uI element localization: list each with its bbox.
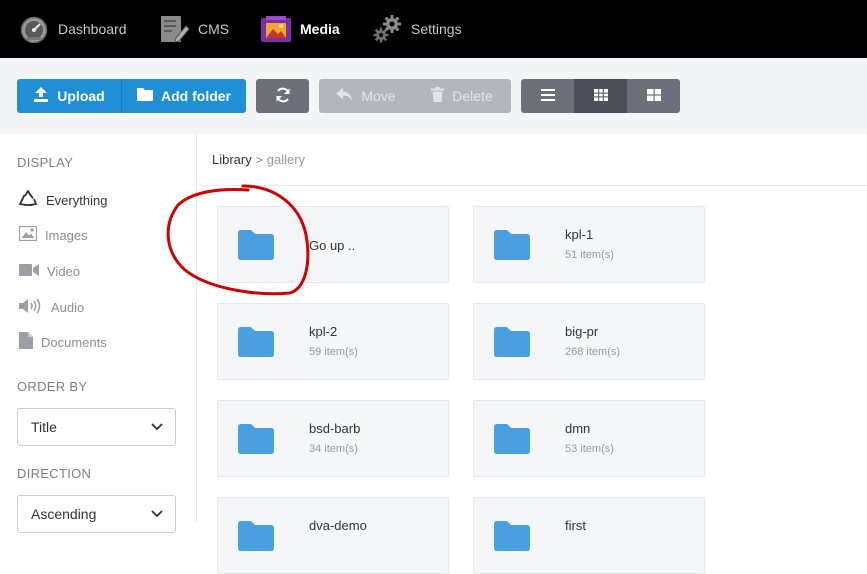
folder-item-count: 59 item(s) bbox=[309, 346, 358, 358]
divider bbox=[198, 185, 867, 186]
toolbar: Upload Add folder Move Delete bbox=[0, 58, 867, 134]
folder-name: Go up .. bbox=[309, 238, 356, 253]
folder-tile[interactable]: dmn 53 item(s) bbox=[473, 400, 705, 477]
folder-name: bsd-barb bbox=[309, 421, 361, 436]
delete-button[interactable]: Delete bbox=[413, 79, 511, 113]
refresh-icon bbox=[275, 87, 291, 106]
filter-video[interactable]: Video bbox=[19, 260, 80, 282]
folder-icon bbox=[137, 88, 161, 104]
filter-label: Documents bbox=[41, 334, 107, 350]
move-label: Move bbox=[361, 88, 396, 104]
grid-view-button[interactable] bbox=[574, 79, 627, 113]
add-folder-button[interactable]: Add folder bbox=[121, 79, 246, 113]
folder-icon bbox=[494, 230, 530, 265]
breadcrumb: Library > gallery bbox=[212, 152, 305, 167]
nav-media[interactable]: Media bbox=[260, 0, 340, 58]
folder-icon bbox=[238, 424, 274, 459]
list-view-button[interactable] bbox=[521, 79, 574, 113]
large-grid-view-button[interactable] bbox=[627, 79, 680, 113]
delete-label: Delete bbox=[452, 88, 493, 104]
upload-icon bbox=[33, 87, 57, 105]
folder-name: kpl-2 bbox=[309, 324, 338, 339]
dashboard-icon bbox=[18, 15, 50, 43]
folder-item-count: 51 item(s) bbox=[565, 249, 614, 261]
folder-name: dva-demo bbox=[309, 518, 367, 533]
folder-item-count: 268 item(s) bbox=[565, 346, 621, 358]
filter-documents[interactable]: Documents bbox=[19, 331, 107, 353]
media-icon bbox=[260, 14, 292, 44]
filter-audio[interactable]: Audio bbox=[19, 296, 84, 318]
folder-tile[interactable]: big-pr 268 item(s) bbox=[473, 303, 705, 380]
list-icon bbox=[540, 88, 555, 104]
folder-icon bbox=[494, 521, 530, 556]
recycle-icon bbox=[18, 188, 46, 211]
folder-icon bbox=[494, 327, 530, 362]
filter-everything[interactable]: Everything bbox=[18, 188, 108, 211]
folder-item-count: 53 item(s) bbox=[565, 443, 614, 455]
folder-name: big-pr bbox=[565, 324, 599, 339]
filter-label: Everything bbox=[46, 192, 108, 208]
folder-name: dmn bbox=[565, 421, 591, 436]
breadcrumb-current: gallery bbox=[266, 152, 306, 167]
nav-settings[interactable]: Settings bbox=[371, 0, 462, 58]
upload-label: Upload bbox=[57, 88, 105, 104]
filter-images[interactable]: Images bbox=[18, 224, 88, 246]
cms-icon bbox=[158, 14, 190, 44]
folder-tile[interactable]: kpl-2 59 item(s) bbox=[217, 303, 449, 380]
filter-label: Audio bbox=[51, 299, 85, 315]
large-grid-icon bbox=[646, 88, 661, 104]
nav-label-settings: Settings bbox=[411, 21, 462, 37]
nav-label-cms: CMS bbox=[198, 21, 230, 37]
folder-icon bbox=[494, 424, 530, 459]
media-library: Library > gallery Go up .. kpl-1 51 item(s… bbox=[198, 134, 867, 574]
add-folder-label: Add folder bbox=[161, 88, 231, 104]
breadcrumb-library[interactable]: Library bbox=[212, 152, 252, 167]
settings-icon bbox=[371, 13, 403, 45]
refresh-button[interactable] bbox=[256, 79, 309, 113]
direction-heading: DIRECTION bbox=[17, 466, 92, 481]
video-icon bbox=[19, 263, 47, 280]
sidebar: DISPLAY Everything Images Video Audio Do… bbox=[0, 134, 197, 533]
folder-icon bbox=[238, 521, 274, 556]
nav-label-media: Media bbox=[300, 21, 340, 37]
folder-tile[interactable]: bsd-barb 34 item(s) bbox=[217, 400, 449, 477]
top-nav: Dashboard CMS Media Settings bbox=[0, 0, 867, 58]
folder-tile[interactable]: kpl-1 51 item(s) bbox=[473, 206, 705, 283]
filter-label: Video bbox=[47, 263, 81, 279]
grid-icon bbox=[593, 88, 608, 104]
folder-tile[interactable]: dva-demo bbox=[217, 497, 449, 574]
order-by-value: Title bbox=[31, 419, 57, 435]
filter-label: Images bbox=[45, 227, 88, 243]
nav-dashboard[interactable]: Dashboard bbox=[18, 0, 127, 58]
nav-label-dashboard: Dashboard bbox=[58, 21, 127, 37]
folder-icon bbox=[238, 327, 274, 362]
breadcrumb-separator: > bbox=[255, 152, 263, 167]
folder-name: kpl-1 bbox=[565, 227, 594, 242]
document-icon bbox=[19, 332, 41, 352]
move-button[interactable]: Move bbox=[319, 79, 413, 113]
move-icon bbox=[336, 88, 361, 104]
folder-name: first bbox=[565, 518, 586, 533]
folder-icon bbox=[238, 230, 274, 265]
folder-item-count: 34 item(s) bbox=[309, 443, 358, 455]
upload-button[interactable]: Upload bbox=[17, 79, 121, 113]
trash-icon bbox=[431, 87, 452, 105]
go-up-tile[interactable]: Go up .. bbox=[217, 206, 449, 283]
audio-icon bbox=[19, 298, 51, 317]
direction-select[interactable]: Ascending bbox=[17, 495, 176, 533]
display-heading: DISPLAY bbox=[17, 155, 74, 170]
image-icon bbox=[18, 225, 45, 244]
order-by-heading: ORDER BY bbox=[17, 379, 88, 394]
folder-tile[interactable]: first bbox=[473, 497, 705, 574]
nav-cms[interactable]: CMS bbox=[158, 0, 229, 58]
order-by-select[interactable]: Title bbox=[17, 408, 176, 446]
direction-value: Ascending bbox=[31, 506, 97, 522]
